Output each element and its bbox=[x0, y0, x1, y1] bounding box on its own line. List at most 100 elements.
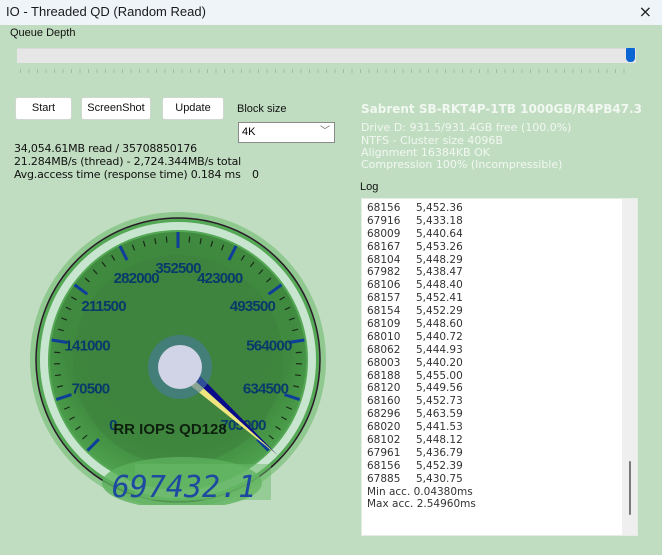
log-mbps: 5,438.47 bbox=[416, 266, 463, 279]
log-row: 68010 5,440.72 bbox=[367, 331, 476, 344]
drive-free: Drive D: 931.5/931.4GB free (100.0%) bbox=[361, 121, 572, 134]
log-iops: 68120 bbox=[367, 382, 401, 395]
iops-readout: 697432.1 bbox=[112, 470, 257, 505]
log-iops: 68154 bbox=[367, 305, 401, 318]
log-row: 68167 5,453.26 bbox=[367, 241, 476, 254]
log-iops: 68157 bbox=[367, 292, 401, 305]
log-iops: 67885 bbox=[367, 472, 401, 485]
drive-compression: Compression 100% (Incompressible) bbox=[361, 158, 563, 171]
log-row: 68157 5,452.41 bbox=[367, 292, 476, 305]
log-mbps: 5,448.40 bbox=[416, 279, 463, 292]
log-iops: 67961 bbox=[367, 446, 401, 459]
log-mbps: 5,448.12 bbox=[416, 434, 463, 447]
gauge-tick-label: 211500 bbox=[81, 298, 126, 315]
minor-tick bbox=[54, 374, 62, 377]
log-mbps: 5,449.56 bbox=[416, 382, 463, 395]
access-time-stats: Avg.access time (response time) 0.184 ms bbox=[14, 168, 241, 181]
chevron-down-icon: ﹀ bbox=[320, 126, 330, 137]
log-row: 68120 5,449.56 bbox=[367, 382, 476, 395]
gauge-title: RR IOPS QD128 bbox=[113, 421, 226, 438]
counter-value: 0 bbox=[252, 168, 259, 181]
block-size-value: 4K bbox=[242, 126, 256, 138]
speed-stats: 21.284MB/s (thread) - 2,724.344MB/s tota… bbox=[14, 155, 241, 168]
close-icon[interactable]: × bbox=[639, 3, 652, 21]
log-mbps: 5,440.64 bbox=[416, 227, 463, 240]
log-mbps: 5,433.18 bbox=[416, 214, 463, 227]
log-mbps: 5,436.79 bbox=[416, 446, 463, 459]
minor-tick bbox=[294, 374, 302, 377]
log-iops: 68109 bbox=[367, 318, 401, 331]
log-iops: 68104 bbox=[367, 253, 401, 266]
screenshot-button[interactable]: ScreenShot bbox=[81, 97, 151, 120]
queue-depth-slider[interactable] bbox=[17, 48, 636, 63]
log-mbps: 5,463.59 bbox=[416, 408, 463, 421]
log-row: 68296 5,463.59 bbox=[367, 408, 476, 421]
log-mbps: 5,452.39 bbox=[416, 459, 463, 472]
log-mbps: 5,453.26 bbox=[416, 240, 463, 253]
log-iops: 68106 bbox=[367, 279, 401, 292]
log-iops: 68102 bbox=[367, 434, 401, 447]
gauge-tick-label: 493500 bbox=[230, 298, 276, 315]
log-row: 68102 5,448.12 bbox=[367, 434, 476, 447]
minor-tick bbox=[165, 236, 168, 243]
title-bar: IO - Threaded QD (Random Read) × bbox=[0, 0, 662, 25]
log-mbps: 5,448.29 bbox=[416, 253, 463, 266]
log-iops: 67916 bbox=[367, 214, 401, 227]
log-row: 68109 5,448.60 bbox=[367, 318, 476, 331]
log-row: 68062 5,444.93 bbox=[367, 344, 476, 357]
log-mbps: 5,448.60 bbox=[416, 318, 463, 331]
gauge-tick-label: 282000 bbox=[114, 270, 160, 287]
log-iops: 68062 bbox=[367, 343, 401, 356]
log-mbps: 5,440.20 bbox=[416, 356, 463, 369]
block-size-label: Block size bbox=[237, 103, 287, 115]
start-button[interactable]: Start bbox=[15, 97, 72, 120]
log-iops: 68010 bbox=[367, 330, 401, 343]
log-mbps: 5,444.93 bbox=[416, 343, 463, 356]
gauge-tick-label: 564000 bbox=[246, 338, 292, 355]
queue-depth-label: Queue Depth bbox=[10, 27, 76, 39]
read-stats: 34,054.61MB read / 35708850176 bbox=[14, 142, 197, 155]
log-mbps: 5,452.41 bbox=[416, 292, 463, 305]
log-row: 67961 5,436.79 bbox=[367, 447, 476, 460]
needle-hub bbox=[158, 345, 202, 389]
log-lines: 68156 5,452.36 67916 5,433.18 68009 5,440.64 6… bbox=[367, 202, 476, 511]
window-title: IO - Threaded QD (Random Read) bbox=[6, 4, 206, 19]
slider-ticks bbox=[20, 69, 632, 73]
gauge-tick-label: 141000 bbox=[64, 338, 110, 355]
minor-tick bbox=[188, 236, 191, 243]
drive-model: Sabrent SB-RKT4P-1TB 1000GB/R4PB47.3 bbox=[361, 102, 643, 116]
gauge-tick-label: 423000 bbox=[197, 270, 243, 287]
gauge-tick-label: 70500 bbox=[72, 380, 110, 397]
log-scrollbar-thumb[interactable] bbox=[629, 461, 631, 515]
gauge-tick-label: 634500 bbox=[243, 380, 289, 397]
queue-depth-slider-thumb[interactable] bbox=[626, 48, 635, 62]
log-row: 67885 5,430.75 bbox=[367, 473, 476, 486]
log-row: 68154 5,452.29 bbox=[367, 305, 476, 318]
log-iops: 68296 bbox=[367, 408, 401, 421]
log-iops: 68009 bbox=[367, 227, 401, 240]
log-row: 68156 5,452.39 bbox=[367, 460, 476, 473]
gauge-tick-label: 352500 bbox=[155, 260, 201, 277]
log-mbps: 5,452.73 bbox=[416, 395, 463, 408]
log-mbps: 5,455.00 bbox=[416, 369, 463, 382]
iops-gauge: 0705001410002115002820003525004230004935… bbox=[30, 212, 326, 505]
log-mbps: 5,452.36 bbox=[416, 202, 463, 214]
log-iops: 68188 bbox=[367, 369, 401, 382]
log-box[interactable]: 68156 5,452.36 67916 5,433.18 68009 5,440.64 6… bbox=[361, 198, 638, 536]
block-size-select[interactable]: 4K ﹀ bbox=[238, 122, 335, 143]
log-row: 68160 5,452.73 bbox=[367, 395, 476, 408]
log-row: 68104 5,448.29 bbox=[367, 254, 476, 267]
log-iops: 68167 bbox=[367, 240, 401, 253]
log-mbps: 5,452.29 bbox=[416, 305, 463, 318]
log-mbps: 5,441.53 bbox=[416, 421, 463, 434]
log-row: 68009 5,440.64 bbox=[367, 228, 476, 241]
log-iops: 68156 bbox=[367, 459, 401, 472]
log-iops: 67982 bbox=[367, 266, 401, 279]
log-iops: 68020 bbox=[367, 421, 401, 434]
log-row: 68188 5,455.00 bbox=[367, 370, 476, 383]
log-iops: 68156 bbox=[367, 202, 401, 214]
log-mbps: 5,440.72 bbox=[416, 330, 463, 343]
update-button[interactable]: Update bbox=[162, 97, 224, 120]
log-row: 68020 5,441.53 bbox=[367, 421, 476, 434]
log-mbps: 5,430.75 bbox=[416, 472, 463, 485]
